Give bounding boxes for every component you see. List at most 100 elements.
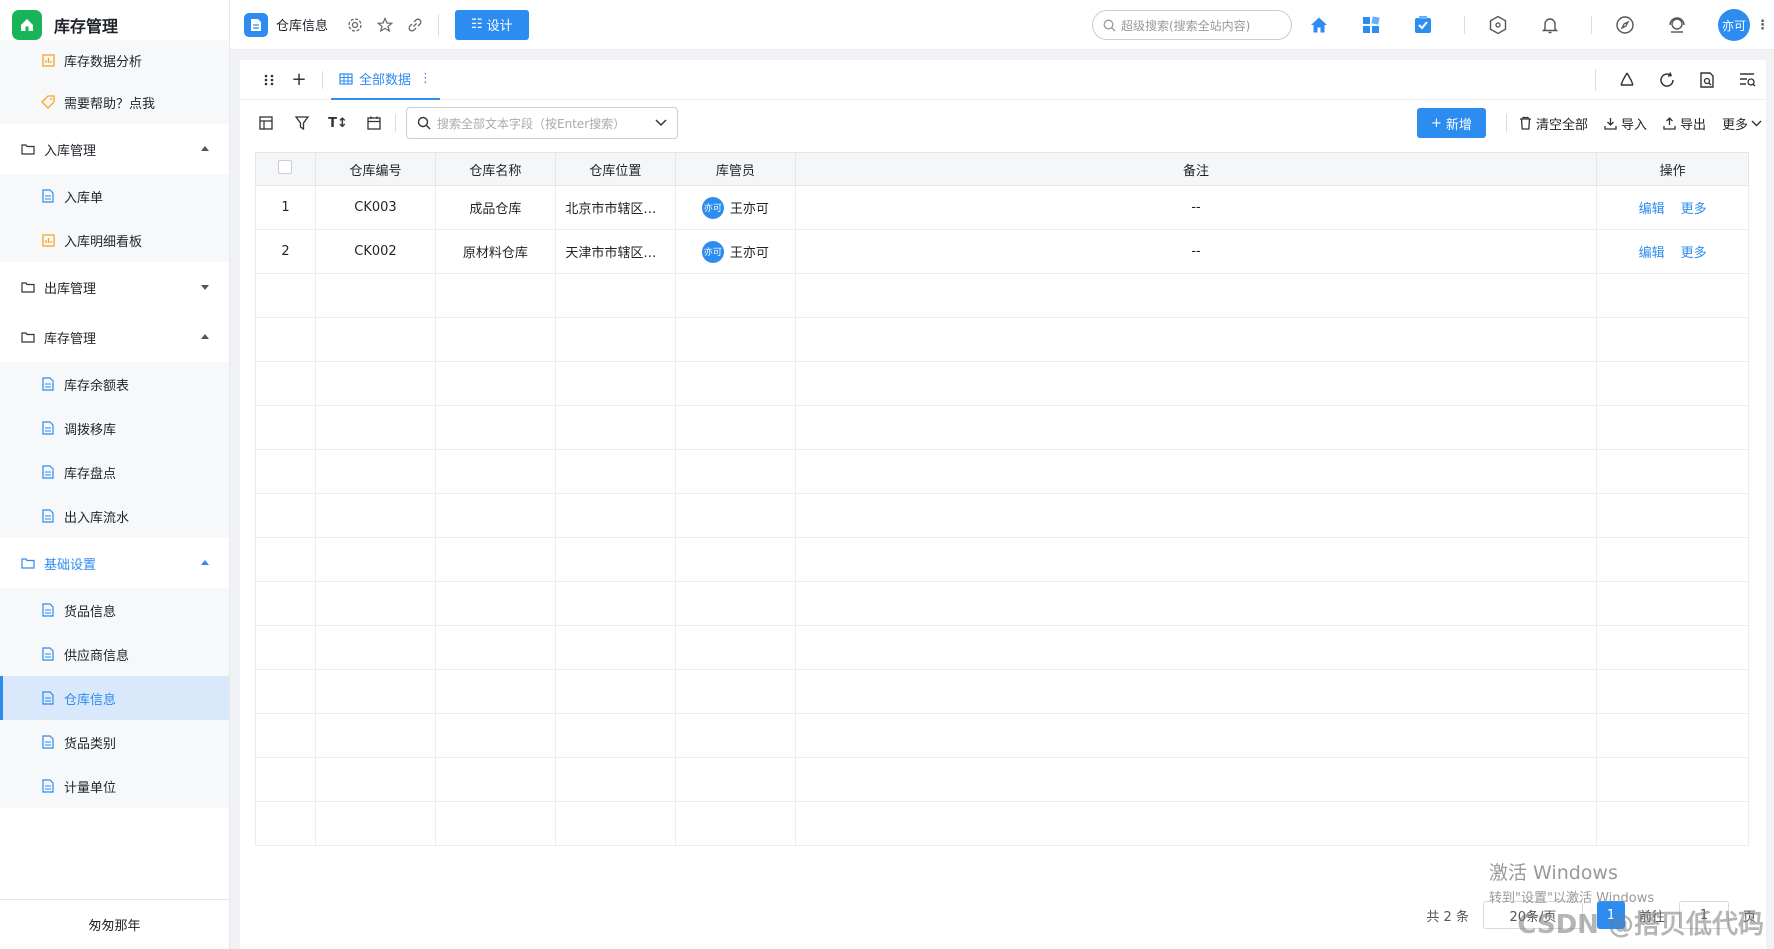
more-link[interactable]: 更多 (1681, 202, 1707, 217)
bell-icon[interactable] (1539, 14, 1561, 36)
cell-name[interactable]: 原材料仓库 (434, 229, 556, 274)
more-vertical-icon[interactable]: ⋮ (1756, 18, 1769, 33)
empty-cell (674, 757, 796, 802)
empty-cell (794, 757, 1598, 802)
cell-note[interactable]: -- (794, 229, 1598, 274)
doc-icon (40, 602, 56, 618)
empty-row (255, 757, 1749, 802)
empty-cell (554, 669, 676, 714)
calendar-icon[interactable] (365, 114, 383, 132)
import-label: 导入 (1620, 117, 1647, 133)
sidebar-item-inbound-order[interactable]: 入库单 (0, 174, 229, 218)
more-link[interactable]: 更多 (1681, 246, 1707, 261)
settings-icon[interactable] (346, 16, 364, 34)
cell-code[interactable]: CK003 (314, 185, 436, 230)
cell-name[interactable]: 成品仓库 (434, 185, 556, 230)
sidebar-item-warehouse[interactable]: 仓库信息 (0, 676, 229, 720)
csdn-watermark: CSDN @搭贝低代码 (1517, 910, 1764, 940)
sidebar-item-help[interactable]: 需要帮助？点我 (0, 80, 229, 124)
cell-code[interactable]: CK002 (314, 229, 436, 274)
global-search-input[interactable]: 超级搜索(搜索全站内容) (1092, 10, 1292, 40)
windows-activation-watermark: 激活 Windows 转到"设置"以激活 Windows (1489, 858, 1654, 906)
sidebar-group-inventory[interactable]: 库存管理 (0, 312, 229, 362)
doc-icon (40, 508, 56, 524)
report-search-icon[interactable] (1698, 71, 1716, 89)
home-icon[interactable] (1308, 14, 1330, 36)
clear-all-button[interactable]: 清空全部 (1519, 114, 1588, 133)
cell-keeper[interactable]: 亦可 王亦可 (674, 229, 796, 274)
column-header[interactable]: 仓库编号 (314, 152, 436, 186)
sidebar-item-transfer[interactable]: 调拨移库 (0, 406, 229, 450)
empty-cell (434, 361, 556, 406)
home-logo-icon (12, 10, 42, 40)
table-row[interactable]: 2 CK002 原材料仓库 天津市市辖区和平区 亦可王亦可 -- 编辑 更多 (255, 229, 1749, 274)
column-header[interactable]: 库管员 (674, 152, 796, 186)
empty-cell (434, 801, 556, 846)
more-label: 更多 (1721, 117, 1748, 133)
filter-icon[interactable] (293, 114, 311, 132)
hexagon-icon[interactable] (1487, 14, 1509, 36)
sidebar-item-supplier[interactable]: 供应商信息 (0, 632, 229, 676)
refresh-icon[interactable] (1658, 71, 1676, 89)
user-avatar[interactable]: 亦可 (1718, 9, 1750, 41)
column-header[interactable]: 仓库名称 (434, 152, 556, 186)
sidebar-item-balance[interactable]: 库存余额表 (0, 362, 229, 406)
select-all-header[interactable] (255, 152, 316, 186)
tab-all-data[interactable]: 全部数据 ⋮ (331, 60, 441, 100)
export-label: 导出 (1679, 117, 1706, 133)
cell-location-text: 北京市市辖区东城区 (565, 202, 665, 217)
sidebar-item-label: 出入库流水 (64, 510, 130, 526)
sidebar-group-basic[interactable]: 基础设置 (0, 538, 229, 588)
sidebar-item-goods[interactable]: 货品信息 (0, 588, 229, 632)
empty-cell (255, 317, 316, 362)
add-button[interactable]: + 新增 (1417, 108, 1486, 138)
edit-link[interactable]: 编辑 (1639, 202, 1665, 217)
cell-keeper[interactable]: 亦可 王亦可 (674, 185, 796, 230)
empty-cell (255, 493, 316, 538)
cell-note[interactable]: -- (794, 185, 1598, 230)
data-table: 仓库编号 仓库名称 仓库位置 库管员 备注 操作 1 CK003 成品仓库 北京… (255, 152, 1749, 846)
avatar: 亦可 (701, 196, 724, 219)
support-icon[interactable] (1666, 14, 1688, 36)
empty-row (255, 361, 1749, 406)
design-button[interactable]: ☷ 设计 (455, 9, 529, 40)
cell-location[interactable]: 天津市市辖区和平区 (554, 229, 676, 274)
column-header[interactable]: 仓库位置 (554, 152, 676, 186)
empty-cell (314, 405, 436, 450)
column-header[interactable]: 备注 (794, 152, 1598, 186)
compass-icon[interactable] (1614, 14, 1636, 36)
sidebar-group-outbound[interactable]: 出库管理 (0, 262, 229, 312)
filter-list-icon[interactable] (1738, 71, 1756, 89)
import-button[interactable]: 导入 (1604, 114, 1647, 133)
edit-link[interactable]: 编辑 (1639, 246, 1665, 261)
select-all-checkbox[interactable] (278, 160, 293, 174)
sidebar-item-stock-analysis[interactable]: 库存数据分析 (0, 40, 229, 80)
sidebar-item-category[interactable]: 货品类别 (0, 720, 229, 764)
apps-icon[interactable] (1360, 14, 1382, 36)
cell-location[interactable]: 北京市市辖区东城区 (554, 185, 676, 230)
star-icon[interactable] (376, 16, 394, 34)
tab-menu-icon[interactable]: ⋮ (419, 71, 432, 86)
sidebar-item-stocktake[interactable]: 库存盘点 (0, 450, 229, 494)
empty-row (255, 801, 1749, 846)
more-button[interactable]: 更多 (1722, 114, 1766, 133)
link-icon[interactable] (406, 16, 424, 34)
table-icon (339, 72, 353, 85)
table-row[interactable]: 1 CK003 成品仓库 北京市市辖区东城区 亦可王亦可 -- 编辑 更多 (255, 185, 1749, 230)
sidebar-footer-user[interactable]: 匆匆那年 (0, 899, 229, 949)
sidebar-item-flow[interactable]: 出入库流水 (0, 494, 229, 538)
drag-handle-icon[interactable] (260, 71, 278, 89)
column-header[interactable]: 操作 (1596, 152, 1749, 186)
column-settings-icon[interactable] (257, 114, 275, 132)
chevron-down-icon[interactable] (655, 119, 667, 127)
recycle-icon[interactable] (1618, 71, 1636, 89)
text-sort-icon[interactable]: T↕ (328, 114, 348, 132)
sidebar-item-unit[interactable]: 计量单位 (0, 764, 229, 808)
export-button[interactable]: 导出 (1663, 114, 1706, 133)
table-search-input[interactable]: 搜索全部文本字段（按Enter搜索） (406, 107, 678, 139)
task-icon[interactable] (1412, 14, 1434, 36)
sidebar-item-inbound-board[interactable]: 入库明细看板 (0, 218, 229, 262)
empty-cell (314, 449, 436, 494)
sidebar-group-inbound[interactable]: 入库管理 (0, 124, 229, 174)
add-view-icon[interactable]: + (290, 69, 308, 90)
